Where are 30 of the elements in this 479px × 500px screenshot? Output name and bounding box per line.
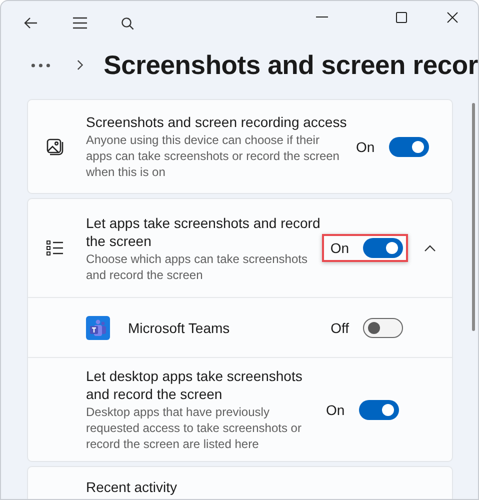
page-title: Screenshots and screen recor — [104, 50, 478, 80]
section-heading: Recent activity — [86, 478, 178, 496]
setting-title: Microsoft Teams — [128, 318, 231, 336]
list-icon — [46, 240, 64, 256]
app-icon — [86, 316, 110, 340]
toggle-state-label: On — [330, 240, 349, 256]
setting-description: Choose which apps can take screenshots and record the screen — [86, 250, 308, 282]
scrollbar[interactable] — [472, 103, 475, 331]
back-icon[interactable] — [23, 15, 39, 31]
search-icon[interactable] — [121, 16, 134, 30]
setting-title: Screenshots and screen recording access — [86, 113, 348, 131]
toggle-state-label: On — [356, 138, 375, 154]
setting-description: Anyone using this device can choose if their apps can take screenshots or record the screen when this is on — [86, 132, 340, 180]
toggle-switch[interactable] — [363, 318, 403, 338]
picture-icon — [46, 138, 64, 156]
toggle-switch[interactable] — [363, 238, 403, 258]
setting-title: Let apps take screenshots and record the screen — [86, 214, 322, 250]
chevron-up-icon[interactable] — [424, 244, 436, 252]
menu-icon[interactable] — [72, 16, 88, 30]
minimize-icon[interactable] — [316, 16, 328, 18]
setting-description: Desktop apps that have previously requested access to take screenshots or record the screen are listed here — [86, 404, 302, 452]
maximize-icon[interactable] — [396, 12, 407, 22]
close-icon[interactable] — [447, 12, 458, 22]
chevron-right-icon — [77, 59, 84, 71]
more-icon[interactable] — [31, 62, 50, 68]
toggle-switch[interactable] — [388, 136, 429, 156]
toggle-state-label: On — [326, 402, 345, 418]
toggle-state-label: Off — [330, 320, 349, 336]
setting-title: Let desktop apps take screenshots and record the screen — [86, 367, 304, 403]
toggle-switch[interactable] — [358, 400, 399, 420]
